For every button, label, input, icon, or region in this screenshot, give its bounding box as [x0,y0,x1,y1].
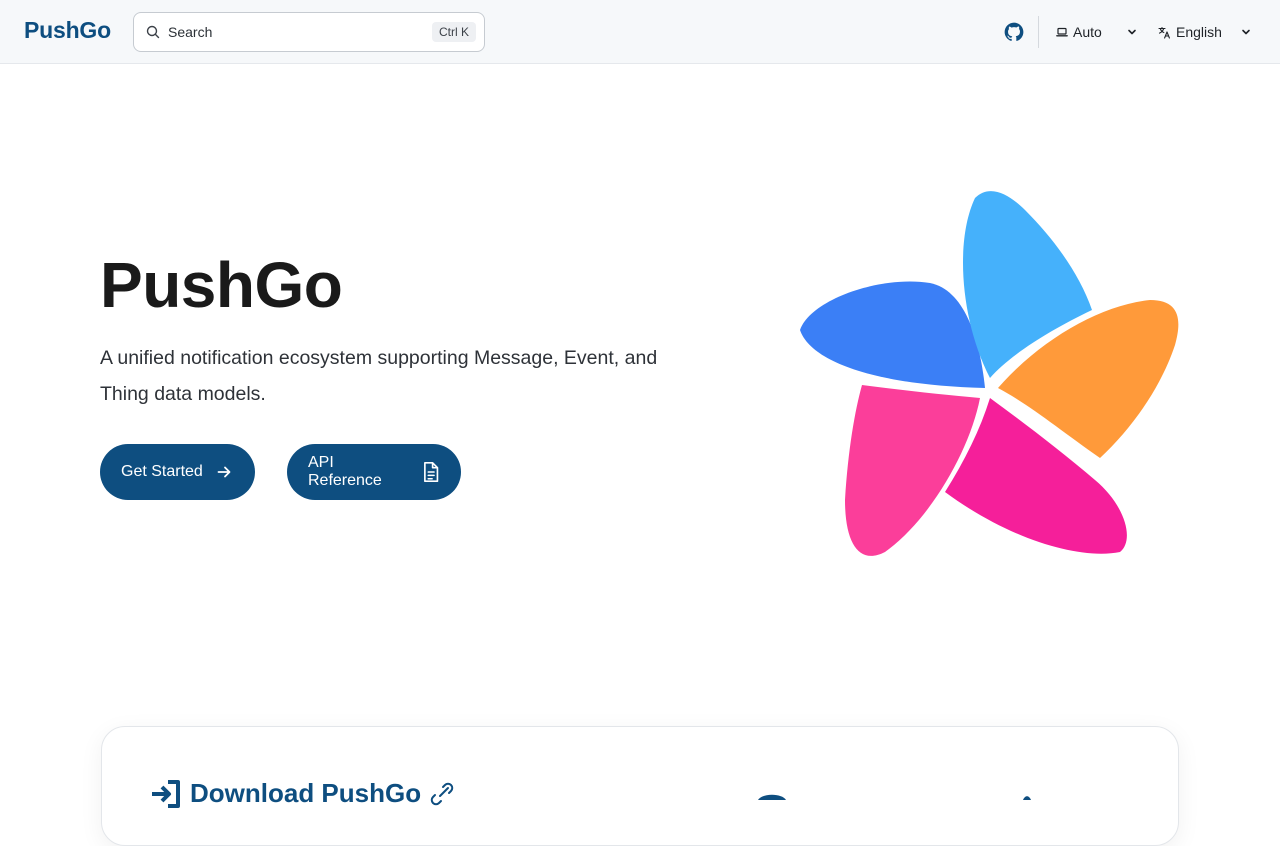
chevron-down-icon [1128,29,1136,35]
header-divider [1038,16,1039,48]
get-started-button[interactable]: Get Started [100,444,255,500]
logo-petal-blue [800,281,985,388]
api-reference-button[interactable]: API Reference [287,444,461,500]
theme-selector[interactable]: Auto [1056,20,1142,44]
download-card-heading: Download PushGo [150,778,455,809]
translate-icon [1158,26,1170,39]
language-selector[interactable]: English [1158,20,1256,44]
platform-icon-partial [1023,796,1031,800]
search-shortcut-badge: Ctrl K [432,22,476,42]
link-icon[interactable] [429,781,455,807]
download-card-title: Download PushGo [190,778,422,808]
arrow-right-icon [217,466,231,478]
api-reference-label: API Reference [308,454,382,489]
sign-in-icon [152,779,180,808]
platform-icon-partial [758,794,786,800]
laptop-icon [1056,27,1068,37]
get-started-label: Get Started [121,463,203,480]
search-box[interactable]: Search Ctrl K [133,12,485,52]
theme-label: Auto [1073,24,1102,40]
top-navbar: PushGo Search Ctrl K Auto English [0,0,1280,64]
github-link[interactable] [1004,22,1024,42]
pushgo-star-logo [800,191,1179,556]
hero-subtitle: A unified notification ecosystem support… [100,347,658,405]
hero-title: PushGo [100,249,343,321]
brand-logo-link[interactable]: PushGo [24,17,111,44]
search-placeholder: Search [168,24,213,40]
document-icon [423,461,438,483]
search-icon [146,25,160,39]
github-icon [1004,22,1024,41]
chevron-down-icon [1242,29,1250,35]
language-label: English [1176,24,1222,40]
